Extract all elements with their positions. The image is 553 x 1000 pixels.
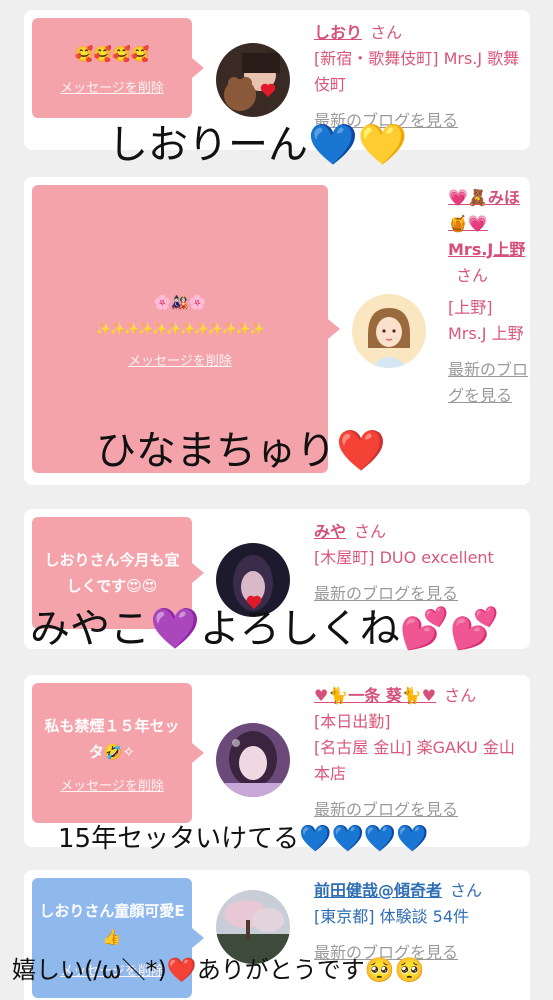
honorific: さん (370, 23, 402, 42)
hearts-icon: 💙💙💙💙 (299, 824, 429, 854)
avatar[interactable] (216, 43, 290, 117)
message-bubble: 私も禁煙１５年セッタ🤣✧ メッセージを削除 (32, 683, 192, 823)
handwritten-overlay: ひなまちゅり❤️ (96, 418, 386, 476)
message-text: 私も禁煙１５年セッタ🤣✧ (32, 713, 192, 765)
handwritten-overlay: しおりーん💙💛 (108, 112, 408, 170)
delete-message-link[interactable]: メッセージを削除 (128, 350, 232, 369)
message-text: しおりさん今月も宜しくです😍😍 (32, 547, 192, 599)
overlay-text: 嬉しい(/ω＼*) (12, 956, 167, 984)
handwritten-overlay: 嬉しい(/ω＼*)❤️ありがとうです🥺🥺 (12, 950, 425, 985)
avatar[interactable] (216, 723, 290, 797)
message-text: しおりさん童顔可愛E👍 (32, 898, 192, 950)
handwritten-overlay: みやこ💜よろしくね💕💕 (30, 596, 499, 654)
handwritten-overlay: 15年セッタいけてる💙💙💙💙 (58, 818, 429, 855)
hearts-icon: 💕💕 (400, 606, 500, 652)
sender-info: みやさん [木屋町] DUO excellent 最新のブログを見る (314, 519, 524, 607)
honorific: さん (456, 266, 488, 285)
overlay-text: 15年セッタいけてる (58, 824, 299, 854)
shop-link[interactable]: [木屋町] DUO excellent (314, 545, 524, 571)
delete-message-link[interactable]: メッセージを削除 (60, 77, 164, 96)
shop-link[interactable]: [名古屋 金山] 楽GAKU 金山本店 (314, 735, 524, 787)
delete-message-link[interactable]: メッセージを削除 (60, 775, 164, 794)
latest-blog-link[interactable]: 最新のブログを見る (448, 357, 528, 409)
sender-info: 💗🧸みほ🍯💗Mrs.J上野さん [上野] Mrs.J 上野 最新のブログを見る (448, 185, 528, 409)
honorific: さん (444, 686, 476, 705)
shop-link[interactable]: [東京都] 体験談 54件 (314, 904, 524, 930)
shop-link[interactable]: [上野] Mrs.J 上野 (448, 295, 528, 347)
message-text: ✨✨✨✨✨✨✨✨✨✨✨✨ (90, 316, 269, 342)
sender-name[interactable]: 💗🧸みほ🍯💗Mrs.J上野 (448, 188, 525, 259)
sender-name[interactable]: みや (314, 522, 346, 541)
message-text: 🥰🥰🥰🥰 (69, 41, 156, 67)
pleading-face-icon: 🥺🥺 (365, 956, 425, 984)
hearts-icon: 💙💛 (308, 122, 408, 168)
heart-icon: ❤️ (167, 956, 197, 984)
sender-name[interactable]: しおり (314, 23, 362, 42)
overlay-text: ひなまちゅり (96, 428, 336, 474)
message-bubble: 🥰🥰🥰🥰 メッセージを削除 (32, 18, 192, 118)
sender-name[interactable]: 前田健哉@傾奇者 (314, 881, 442, 900)
overlay-text: みやこ (30, 606, 150, 652)
heart-icon: ❤️ (336, 428, 386, 474)
status-text: [本日出勤] (314, 709, 524, 735)
avatar[interactable] (352, 294, 426, 368)
honorific: さん (354, 522, 386, 541)
sender-name[interactable]: ♥🐈一条 葵🐈♥ (314, 686, 436, 705)
overlay-text: ありがとうです (197, 956, 365, 984)
purple-heart-icon: 💜 (150, 606, 200, 652)
message-text: 🌸🎎🌸 (148, 290, 212, 316)
overlay-text: よろしくね (200, 606, 400, 652)
honorific: さん (450, 881, 482, 900)
shop-link[interactable]: [新宿・歌舞伎町] Mrs.J 歌舞伎町 (314, 46, 524, 98)
overlay-text: しおりーん (108, 122, 308, 168)
sender-info: ♥🐈一条 葵🐈♥さん [本日出勤] [名古屋 金山] 楽GAKU 金山本店 最新… (314, 683, 524, 823)
